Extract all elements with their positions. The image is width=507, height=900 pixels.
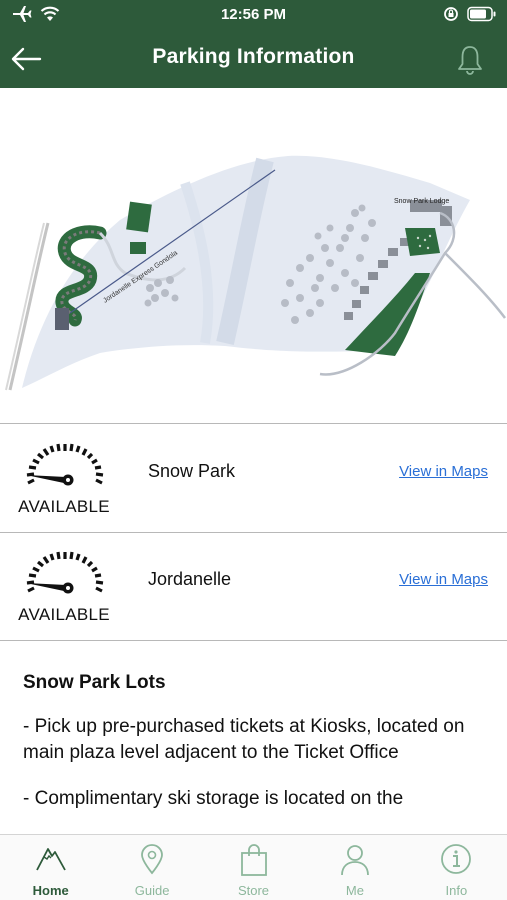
info-paragraph: - Complimentary ski storage is located o…: [23, 788, 404, 809]
side-road: [444, 252, 506, 319]
tab-label: Home: [32, 883, 69, 898]
view-in-maps-link[interactable]: View in Maps: [399, 463, 488, 480]
lot-row-snow-park: AVAILABLE Snow Park View in Maps: [0, 425, 507, 533]
notifications-button[interactable]: [455, 44, 485, 76]
tab-guide[interactable]: Guide: [101, 835, 202, 900]
page-title: Parking Information: [152, 45, 355, 68]
gauge-icon: [26, 551, 104, 594]
jordanelle-lot-small: [130, 242, 146, 254]
jordanelle-building: [55, 308, 69, 330]
orientation-lock-icon: [444, 7, 458, 21]
tab-label: Store: [237, 883, 270, 898]
tab-label: Guide: [134, 883, 170, 898]
tab-home[interactable]: Home: [0, 835, 101, 900]
tab-info[interactable]: Info: [406, 835, 507, 900]
lot-row-jordanelle: AVAILABLE Jordanelle View in Maps: [0, 533, 507, 641]
gauge-icon: [26, 443, 104, 486]
tab-bar: Home Guide Store Me Info: [0, 834, 507, 900]
battery-icon: [467, 6, 496, 22]
lot-name: Jordanelle: [148, 569, 232, 589]
view-in-maps-link[interactable]: View in Maps: [399, 571, 488, 588]
info-paragraph: - Pick up pre-purchased tickets at Kiosk…: [23, 716, 465, 763]
map-pin-icon: [141, 844, 164, 875]
lodge-label: Snow Park Lodge: [394, 198, 449, 205]
map-illustration: Jordanelle Express Gondola Snow Park Lod…: [5, 155, 506, 391]
shopping-bag-icon: [240, 844, 267, 876]
person-icon: [341, 845, 369, 876]
status-time: 12:56 PM: [220, 6, 287, 23]
status-right-icons: [443, 6, 497, 22]
lot-name: Snow Park: [148, 461, 236, 481]
resort-parking-map[interactable]: Jordanelle Express Gondola Snow Park Lod…: [0, 88, 507, 424]
mountain-icon: [35, 848, 66, 871]
tab-label: Info: [445, 883, 468, 898]
snow-park-upper-lot: [405, 228, 440, 256]
parking-info-content[interactable]: Snow Park Lots - Pick up pre-purchased t…: [0, 642, 507, 834]
availability-status: AVAILABLE: [18, 497, 110, 516]
tab-store[interactable]: Store: [203, 835, 304, 900]
section-heading: Snow Park Lots: [23, 672, 166, 693]
jordanelle-lot-upper: [126, 201, 152, 233]
availability-status: AVAILABLE: [18, 605, 110, 624]
status-bar: 12:56 PM: [0, 0, 507, 32]
nav-bar: Parking Information: [0, 32, 507, 88]
info-icon: [441, 844, 472, 874]
tab-me[interactable]: Me: [304, 835, 405, 900]
bell-icon: [458, 46, 482, 75]
tab-label: Me: [345, 883, 364, 898]
